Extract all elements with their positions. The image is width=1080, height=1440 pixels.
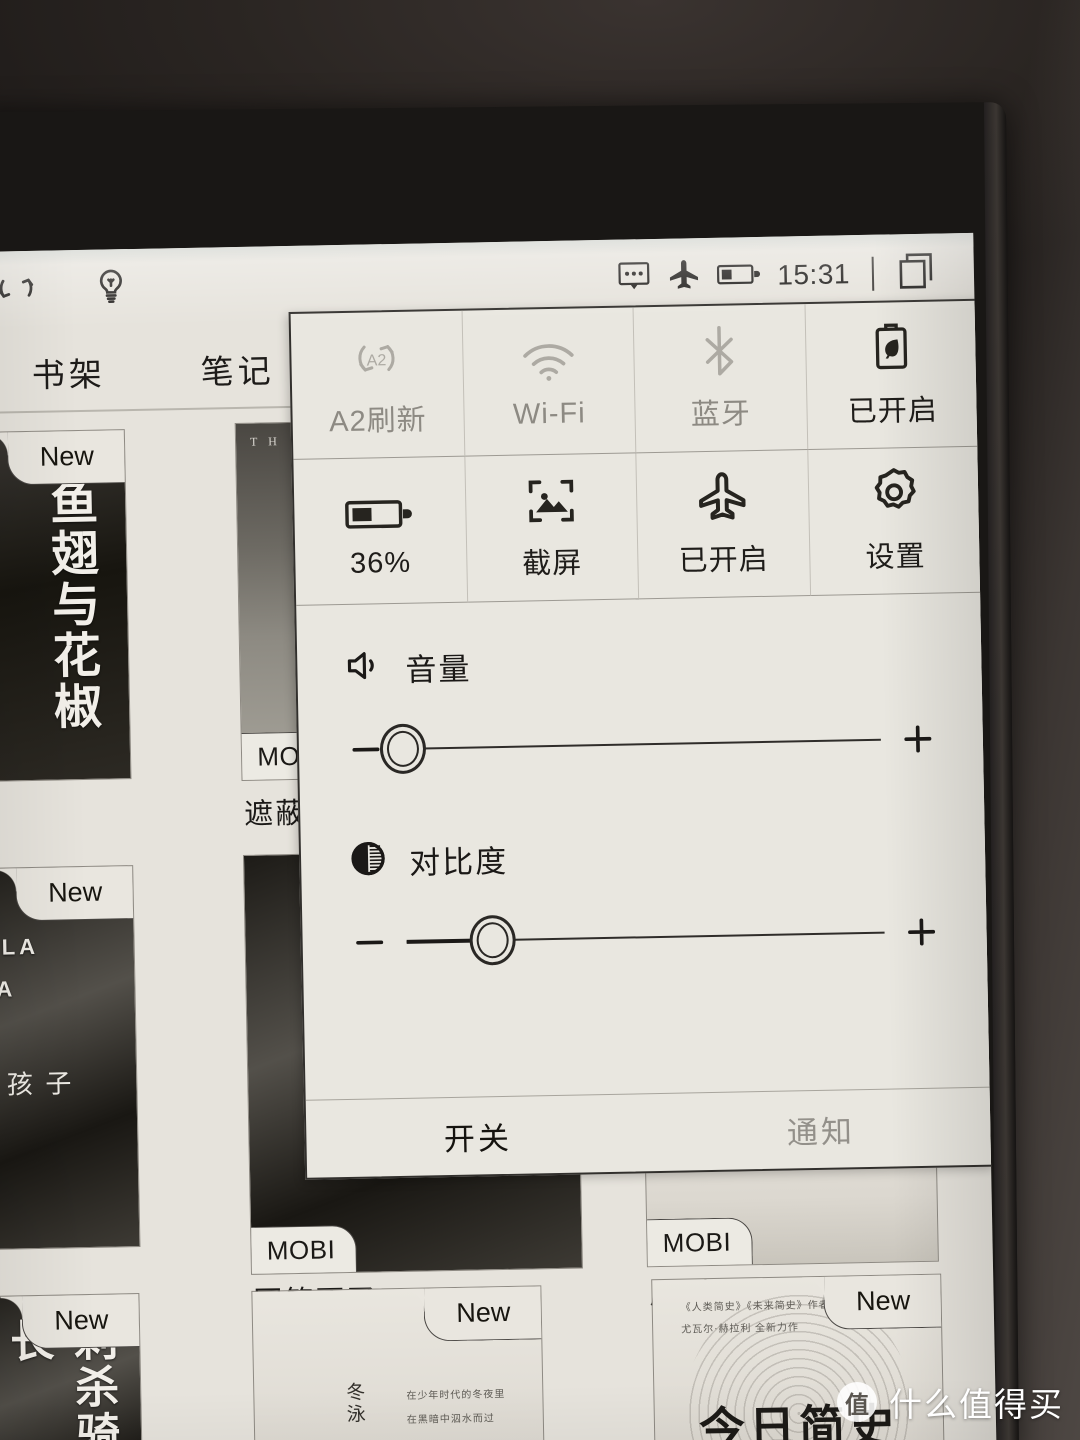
- a2-refresh-icon: A2: [351, 330, 402, 383]
- toggle-label: 截屏: [521, 546, 583, 581]
- contrast-slider[interactable]: [406, 909, 885, 966]
- quick-toggle-grid: A2 A2刷新 Wi-Fi 蓝牙 已开启 36% 截屏 已开启 设置: [290, 300, 983, 606]
- tab-bookshelf[interactable]: 书架: [31, 348, 106, 397]
- slider-label: 对比度: [408, 843, 509, 881]
- watermark-logo: 值: [837, 1382, 877, 1422]
- airplane-icon: [696, 470, 749, 523]
- slider-volume: 音量: [297, 633, 985, 775]
- toggle-label: 36%: [349, 546, 412, 580]
- book-cover-subtitle: 在少年时代的冬夜里 在黑暗中泅水而过: [406, 1389, 506, 1426]
- contrast-decrease-button[interactable]: [346, 922, 393, 963]
- toggle-label: 已开启: [678, 543, 769, 578]
- toggle-screenshot[interactable]: 截屏: [464, 453, 640, 603]
- screenshot-icon: [524, 473, 577, 526]
- status-badge: New: [6, 429, 126, 486]
- toggle-label: 设置: [865, 540, 926, 574]
- speaker-icon: [343, 644, 386, 692]
- slider-contrast-header: 对比度: [301, 826, 988, 886]
- status-badge: New: [423, 1285, 543, 1342]
- format-badge: MOBI: [646, 1217, 753, 1268]
- airplane-icon: [667, 257, 702, 299]
- contrast-slider-thumb[interactable]: [469, 914, 517, 966]
- battery-icon: [717, 260, 762, 292]
- list-item[interactable]: DELLABINAUTA 的 孩 子 New: [0, 865, 141, 1251]
- status-badge: New: [15, 865, 135, 922]
- book-cover-subtitle: 《人类简史》《未来简史》作者 尤瓦尔·赫拉利 全新力作: [680, 1299, 830, 1336]
- book-cover-title: 鱼翅与花椒: [41, 476, 100, 733]
- list-item[interactable]: 冬泳 在少年时代的冬夜里 在黑暗中泅水而过 New: [251, 1285, 547, 1440]
- status-badge: New: [823, 1273, 943, 1330]
- slider-volume-header: 音量: [297, 633, 984, 693]
- contrast-increase-button[interactable]: [898, 912, 945, 953]
- slider-volume-row: [299, 714, 986, 775]
- status-bar-right: 15:31: [617, 248, 974, 302]
- slider-section: 音量 对比度: [296, 593, 989, 968]
- status-bar-left-icons: [0, 263, 133, 315]
- window-stack-icon[interactable]: [895, 249, 940, 297]
- battery-level-icon: [343, 481, 416, 534]
- status-badge: New: [21, 1293, 141, 1350]
- list-item[interactable]: 鱼翅与花椒 New: [0, 429, 132, 783]
- toggle-a2-refresh[interactable]: A2 A2刷新: [290, 310, 465, 460]
- book-cover-title: T H: [249, 434, 281, 449]
- toggle-label: Wi-Fi: [512, 397, 586, 431]
- svg-text:A2: A2: [367, 351, 387, 369]
- device-photo: 15:31 书架 笔记 鱼翅与花椒 New T H MOBI 遮蔽 DELLA …: [0, 0, 1080, 1440]
- slider-label: 音量: [405, 651, 472, 688]
- tab-notes[interactable]: 笔记: [200, 344, 275, 393]
- slider-contrast: 对比度: [301, 826, 989, 968]
- list-item[interactable]: 刺杀骑士团长 New: [0, 1293, 145, 1440]
- message-bubble-icon: [617, 261, 652, 297]
- toggle-battery-level[interactable]: 36%: [293, 456, 468, 606]
- status-bar-divider: [871, 256, 875, 291]
- toggle-bluetooth[interactable]: 蓝牙: [633, 304, 808, 454]
- watermark-text: 什么值得买: [889, 1386, 1064, 1423]
- quick-panel-tabs: 开关 通知: [305, 1086, 994, 1178]
- book-cover-title: 冬泳: [343, 1381, 365, 1427]
- lightbulb-icon[interactable]: [90, 263, 133, 313]
- format-badge: MOBI: [250, 1224, 358, 1275]
- ereader-screen: 15:31 书架 笔记 鱼翅与花椒 New T H MOBI 遮蔽 DELLA …: [0, 232, 999, 1440]
- tab-notifications[interactable]: 通知: [649, 1088, 993, 1172]
- tab-switches[interactable]: 开关: [306, 1094, 650, 1178]
- book-cover: 刺杀骑士团长 New: [0, 1293, 145, 1440]
- site-watermark: 值 什么值得买: [837, 1378, 1064, 1426]
- toggle-label: 已开启: [847, 394, 939, 428]
- battery-saver-icon: [871, 321, 912, 374]
- toggle-wifi[interactable]: Wi-Fi: [462, 307, 637, 457]
- volume-increase-button[interactable]: [894, 719, 941, 760]
- bluetooth-icon: [697, 324, 742, 377]
- toggle-airplane-mode[interactable]: 已开启: [636, 450, 811, 600]
- volume-slider[interactable]: [379, 716, 882, 775]
- slider-contrast-row: [302, 907, 989, 968]
- book-cover: 冬泳 在少年时代的冬夜里 在黑暗中泅水而过 New: [251, 1285, 547, 1440]
- book-cover-subtitle: 的 孩 子: [0, 1069, 75, 1100]
- toggle-label: 蓝牙: [690, 397, 752, 431]
- book-cover: 鱼翅与花椒 New: [0, 429, 132, 783]
- volume-slider-track: [402, 738, 881, 750]
- book-cover: DELLABINAUTA 的 孩 子 New: [0, 865, 141, 1251]
- toggle-settings[interactable]: 设置: [807, 446, 983, 597]
- toggle-battery-saver[interactable]: 已开启: [804, 300, 980, 451]
- ereader-device: 15:31 书架 笔记 鱼翅与花椒 New T H MOBI 遮蔽 DELLA …: [0, 102, 1020, 1440]
- quick-settings-panel: A2 A2刷新 Wi-Fi 蓝牙 已开启 36% 截屏 已开启 设置 音量 对比…: [288, 298, 996, 1180]
- volume-slider-thumb[interactable]: [379, 723, 427, 775]
- refresh-icon[interactable]: [0, 265, 39, 315]
- toggle-label: A2刷新: [328, 403, 427, 438]
- gear-icon: [867, 466, 922, 519]
- status-bar-clock: 15:31: [777, 258, 851, 291]
- wifi-icon: [520, 331, 577, 384]
- contrast-icon: [347, 837, 390, 885]
- book-cover-title: DELLA BINA UTA: [0, 933, 40, 1045]
